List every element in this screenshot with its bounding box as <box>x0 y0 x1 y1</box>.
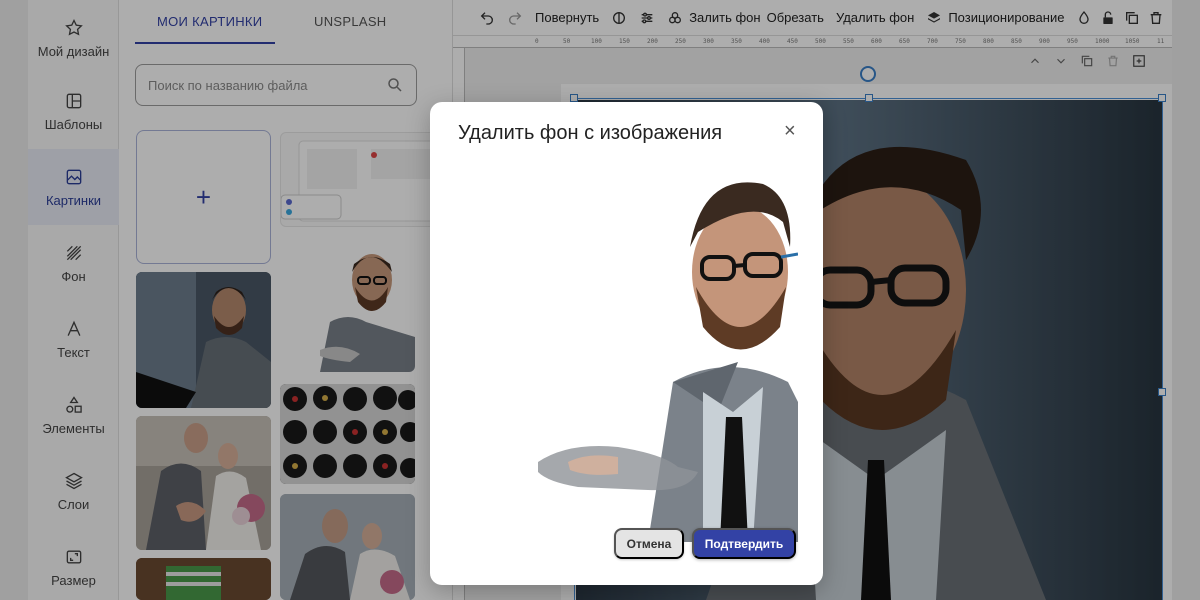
close-icon[interactable]: × <box>784 120 796 143</box>
remove-background-dialog: Удалить фон с изображения × Отмена Подтв… <box>430 102 823 585</box>
background-removed-preview <box>498 162 798 542</box>
preview-graphic <box>538 182 798 542</box>
dialog-title: Удалить фон с изображения <box>458 122 723 144</box>
cancel-button[interactable]: Отмена <box>614 528 684 559</box>
confirm-button[interactable]: Подтвердить <box>692 528 796 559</box>
